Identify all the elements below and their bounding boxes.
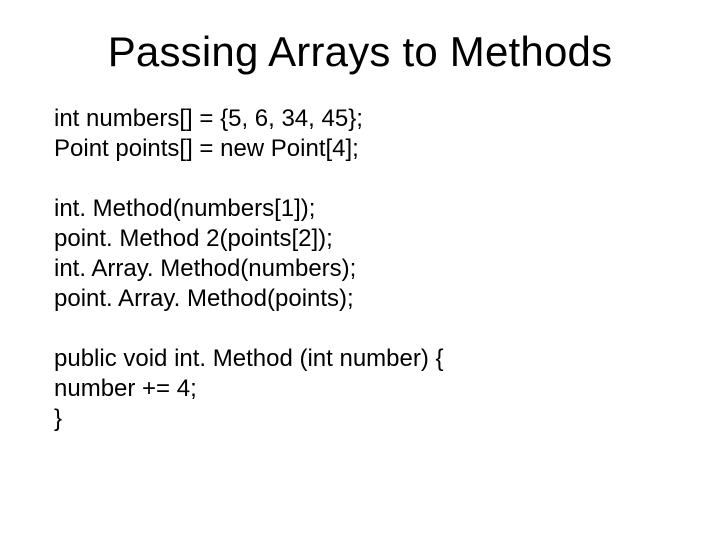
slide-body: int numbers[] = {5, 6, 34, 45}; Point po… bbox=[54, 104, 666, 434]
code-line: point. Array. Method(points); bbox=[54, 284, 666, 314]
code-line: public void int. Method (int number) { bbox=[54, 344, 666, 374]
code-line: number += 4; bbox=[54, 374, 666, 404]
code-block-calls: int. Method(numbers[1]); point. Method 2… bbox=[54, 194, 666, 314]
code-line: Point points[] = new Point[4]; bbox=[54, 134, 666, 164]
code-line: int numbers[] = {5, 6, 34, 45}; bbox=[54, 104, 666, 134]
slide-title: Passing Arrays to Methods bbox=[54, 28, 666, 76]
slide: Passing Arrays to Methods int numbers[] … bbox=[0, 0, 720, 540]
code-line: int. Array. Method(numbers); bbox=[54, 254, 666, 284]
code-block-declarations: int numbers[] = {5, 6, 34, 45}; Point po… bbox=[54, 104, 666, 164]
code-line: int. Method(numbers[1]); bbox=[54, 194, 666, 224]
code-line: } bbox=[54, 404, 666, 434]
code-block-method-def: public void int. Method (int number) { n… bbox=[54, 344, 666, 434]
code-line: point. Method 2(points[2]); bbox=[54, 224, 666, 254]
